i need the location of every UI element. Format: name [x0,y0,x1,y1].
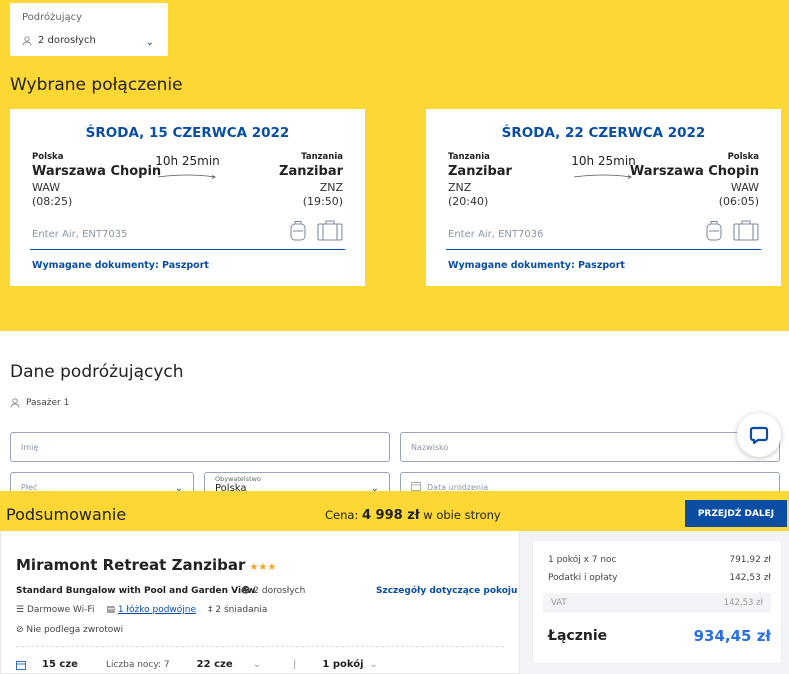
summary-title: Podsumowanie [6,505,127,524]
arrival-time: (06:05) [718,195,759,208]
destination-country: Polska [727,152,759,162]
breakfast-amenity: ‡ 2 śniadania [208,605,268,615]
return-flight-card: ŚRODA, 22 CZERWCA 2022 Tanzania Zanzibar… [426,109,781,286]
destination-city: Zanzibar [279,164,343,179]
stay-dates-row: 15 cze Liczba nocy: 7 22 cze ⌄ | 1 pokój… [16,659,378,670]
calendar-icon [411,482,421,491]
vat-row: VAT 142,53 zł [543,593,771,613]
taxes-label: Podatki i opłaty [548,573,618,583]
destination-code: ZNZ [319,181,343,194]
passenger-header: Pasażer 1 [10,398,69,408]
flight-arc-icon [157,174,216,179]
selected-connection-title: Wybrane połączenie [10,75,183,95]
origin-code: WAW [32,181,61,194]
wifi-amenity: ☰ Darmowe Wi-Fi [16,605,95,615]
rooms-price-value: 791,92 zł [729,555,771,565]
carrier-info: Enter Air, ENT7036 [448,229,544,240]
flight-date: ŚRODA, 15 CZERWCA 2022 [85,125,290,141]
travelers-label: Podróżujący [22,12,83,23]
nights-count: Liczba nocy: 7 [105,659,170,670]
bed-icon: ▤ [106,605,115,615]
destination-city: Warszawa Chopin [629,164,759,179]
room-occupancy: ☻ 2 dorosłych [241,586,305,596]
passengers-title: Dane podróżujących [10,362,184,382]
separator: | [293,659,297,670]
room-details-link[interactable]: Szczegóły dotyczące pokoju [376,586,517,596]
destination-code: WAW [730,181,759,194]
last-name-placeholder: Nazwisko [411,443,449,452]
hotel-name-row: Miramont Retreat Zanzibar ★★★ [16,556,276,574]
star-rating-icon: ★★★ [249,562,277,573]
vat-value: 142,53 zł [723,598,763,608]
person-icon: ☻ [241,586,251,596]
flight-arc-icon [573,174,632,179]
rooms-price-label: 1 pokój x 7 noc [548,555,617,565]
carrier-info: Enter Air, ENT7035 [32,229,128,240]
refund-policy: ⊘ Nie podlega zwrotowi [16,625,124,635]
outbound-flight-card: ŚRODA, 15 CZERWCA 2022 Polska Warszawa C… [10,109,365,286]
price-value: 4 998 zł [361,508,420,523]
first-name-placeholder: Imię [21,443,39,452]
price-suffix: w obie strony [423,508,501,522]
backpack-icon[interactable] [705,219,723,241]
summary-price: Cena: 4 998 zł w obie strony [325,508,501,523]
travelers-dropdown[interactable]: Podróżujący 2 dorosłych ⌄ [10,3,168,56]
divider [30,249,345,250]
taxes-value: 142,53 zł [729,573,771,583]
no-refund-icon: ⊘ [16,625,24,635]
citizenship-label: Obywatelstwo [215,475,261,483]
departure-time: (08:25) [32,195,73,208]
last-name-field[interactable]: Nazwisko [400,432,780,462]
calendar-icon [16,660,26,670]
summary-bar: Podsumowanie Cena: 4 998 zł w obie stron… [0,491,789,531]
suitcase-icon[interactable] [317,219,343,241]
person-icon [22,35,32,46]
rooms-select[interactable]: 1 pokój [322,659,363,670]
room-type: Standard Bungalow with Pool and Garden V… [16,586,256,596]
travelers-value: 2 dorosłych [38,35,96,46]
departure-time: (20:40) [448,195,489,208]
passenger-label: Pasażer 1 [26,398,70,408]
chevron-down-icon: ⌄ [252,659,261,670]
price-breakdown-panel: 1 pokój x 7 noc 791,92 zł Podatki i opła… [532,540,782,664]
total-label: Łącznie [548,628,608,644]
origin-code: ZNZ [448,181,472,194]
price-prefix: Cena: [325,508,359,522]
amenities: ☰ Darmowe Wi-Fi ▤ 1 łóżko podwójne ‡ 2 ś… [16,605,267,615]
total-row: Łącznie 934,45 zł [548,627,771,645]
backpack-icon[interactable] [289,219,307,241]
suitcase-icon[interactable] [733,219,759,241]
person-icon [10,398,20,408]
cutlery-icon: ‡ [208,605,213,615]
chat-icon [749,426,769,445]
hotel-card: Miramont Retreat Zanzibar ★★★ Standard Bu… [0,531,520,674]
rooms-price-row: 1 pokój x 7 noc 791,92 zł [548,555,771,565]
wifi-icon: ☰ [16,605,25,615]
required-documents: Wymagane dokumenty: Paszport [32,260,209,271]
occupancy-value: 2 dorosłych [253,586,306,596]
divider [16,646,504,647]
check-out-date[interactable]: 22 cze [197,659,233,670]
check-in-date[interactable]: 15 cze [42,659,78,670]
destination-country: Tanzania [301,152,343,162]
vat-label: VAT [551,598,567,608]
total-value: 934,45 zł [693,627,771,645]
chevron-down-icon: ⌄ [145,37,154,48]
next-button[interactable]: PRZEJDŹ DALEJ [685,500,787,527]
required-documents: Wymagane dokumenty: Paszport [448,260,625,271]
flight-date: ŚRODA, 22 CZERWCA 2022 [501,125,706,141]
hotel-name: Miramont Retreat Zanzibar [16,556,246,574]
bed-amenity[interactable]: ▤ 1 łóżko podwójne [106,605,196,615]
chat-button[interactable] [737,413,781,457]
divider [446,249,761,250]
chevron-down-icon: ⌄ [369,659,378,670]
first-name-field[interactable]: Imię [10,432,390,462]
taxes-row: Podatki i opłaty 142,53 zł [548,573,771,583]
arrival-time: (19:50) [302,195,343,208]
